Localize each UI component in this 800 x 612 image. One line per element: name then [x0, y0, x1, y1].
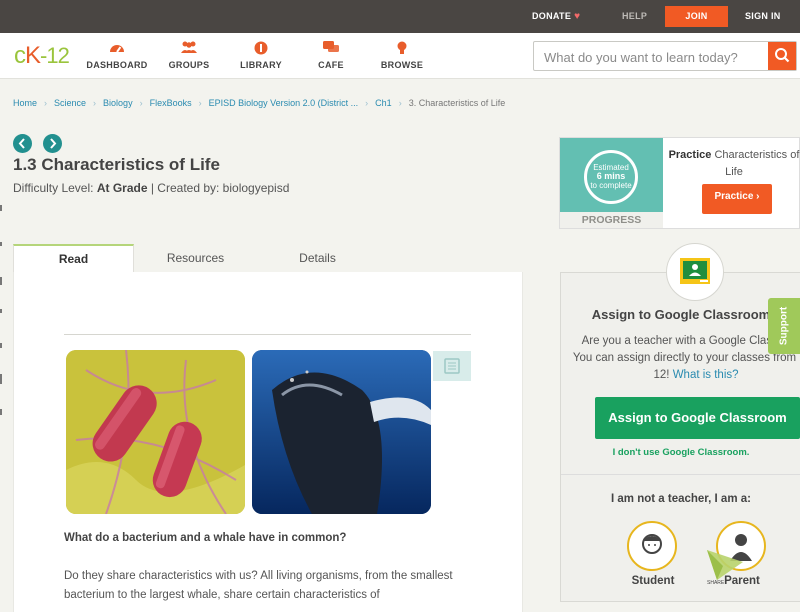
- tab-details[interactable]: Details: [257, 244, 378, 272]
- lesson-meta: Difficulty Level: At Grade | Created by:…: [13, 181, 290, 195]
- practice-title: Practice Characteristics of Life: [668, 149, 800, 178]
- content-tabs: Read Resources Details: [13, 244, 521, 272]
- notes-icon: [444, 358, 460, 374]
- help-link[interactable]: HELP: [622, 0, 647, 33]
- nav-browse[interactable]: BROWSE: [367, 41, 437, 70]
- nav-groups[interactable]: GROUPS: [154, 41, 224, 70]
- assign-google-classroom-button[interactable]: Assign to Google Classroom: [595, 397, 800, 439]
- article-paragraph: Do they share characteristics with us? A…: [64, 570, 453, 601]
- top-bar: DONATE ♥ HELP JOIN SIGN IN: [0, 0, 800, 33]
- progress-label: PROGRESS: [560, 212, 663, 228]
- student-role-button[interactable]: [627, 521, 677, 571]
- what-is-this-link[interactable]: What is this?: [673, 369, 739, 381]
- assign-description: Are you a teacher with a Google Classroo…: [572, 335, 800, 381]
- breadcrumb-home[interactable]: Home: [13, 98, 37, 108]
- assign-title: Assign to Google Classroom: [591, 307, 771, 322]
- paper-plane-icon: [707, 550, 743, 580]
- lightbulb-icon: [367, 41, 437, 55]
- sign-in-link[interactable]: SIGN IN: [745, 0, 781, 33]
- breadcrumb-chapter[interactable]: Ch1: [375, 98, 392, 108]
- main-nav: cK-12 DASHBOARD GROUPS LIBRARY CAFE BROW…: [0, 33, 800, 79]
- student-label: Student: [631, 575, 675, 587]
- search-button[interactable]: [768, 42, 796, 70]
- breadcrumb-biology[interactable]: Biology: [103, 98, 133, 108]
- support-tab[interactable]: Support: [768, 298, 800, 354]
- tab-resources[interactable]: Resources: [135, 244, 256, 272]
- google-classroom-icon: [666, 243, 724, 301]
- search-input[interactable]: [542, 47, 768, 67]
- practice-button[interactable]: Practice ›: [702, 184, 772, 214]
- dashboard-icon: [82, 41, 152, 55]
- ck12-logo[interactable]: cK-12: [14, 42, 70, 70]
- groups-icon: [154, 41, 224, 55]
- heart-icon: ♥: [574, 11, 581, 22]
- difficulty-value: At Grade: [96, 181, 148, 195]
- page-title: 1.3 Characteristics of Life: [13, 155, 220, 174]
- estimate-ring: Estimated 6 mins to complete: [584, 150, 638, 204]
- chevron-right-icon: [50, 138, 57, 149]
- not-teacher-label: I am not a teacher, I am a:: [611, 493, 751, 505]
- chevron-right-icon: ›: [756, 191, 760, 202]
- bacterium-image: [66, 350, 245, 514]
- share-label: SHARE: [707, 580, 725, 586]
- previous-lesson-button[interactable]: [13, 134, 32, 153]
- cafe-icon: [296, 41, 366, 55]
- share-button[interactable]: SHARE: [705, 548, 745, 588]
- dont-use-classroom-link[interactable]: I don't use Google Classroom.: [561, 447, 800, 458]
- practice-card: Estimated 6 mins to complete PROGRESS Pr…: [559, 137, 800, 229]
- divider: [561, 474, 800, 475]
- breadcrumb-science[interactable]: Science: [54, 98, 86, 108]
- donate-link[interactable]: DONATE ♥: [532, 0, 580, 33]
- nav-dashboard[interactable]: DASHBOARD: [82, 41, 152, 70]
- article-question: What do a bacterium and a whale have in …: [64, 532, 347, 544]
- assign-panel: Assign to Google Classroom Are you a tea…: [560, 272, 800, 602]
- nav-cafe[interactable]: CAFE: [296, 41, 366, 70]
- next-lesson-button[interactable]: [43, 134, 62, 153]
- article-content: What do a bacterium and a whale have in …: [13, 272, 523, 612]
- breadcrumb-flexbooks[interactable]: FlexBooks: [150, 98, 192, 108]
- divider: [64, 334, 471, 335]
- join-button[interactable]: JOIN: [665, 6, 728, 27]
- breadcrumb: Home › Science › Biology › FlexBooks › EPISD Bio…: [13, 98, 506, 108]
- notes-button[interactable]: [433, 351, 471, 381]
- student-icon: [642, 534, 662, 554]
- tab-read[interactable]: Read: [13, 244, 134, 272]
- nav-library[interactable]: LIBRARY: [226, 41, 296, 70]
- search-icon: [775, 48, 790, 63]
- whale-image: [252, 350, 431, 514]
- breadcrumb-current: 3. Characteristics of Life: [408, 98, 506, 108]
- library-icon: [226, 41, 296, 55]
- chevron-left-icon: [18, 138, 25, 149]
- breadcrumb-book[interactable]: EPISD Biology Version 2.0 (District ...: [209, 98, 359, 108]
- search-box: [533, 41, 797, 71]
